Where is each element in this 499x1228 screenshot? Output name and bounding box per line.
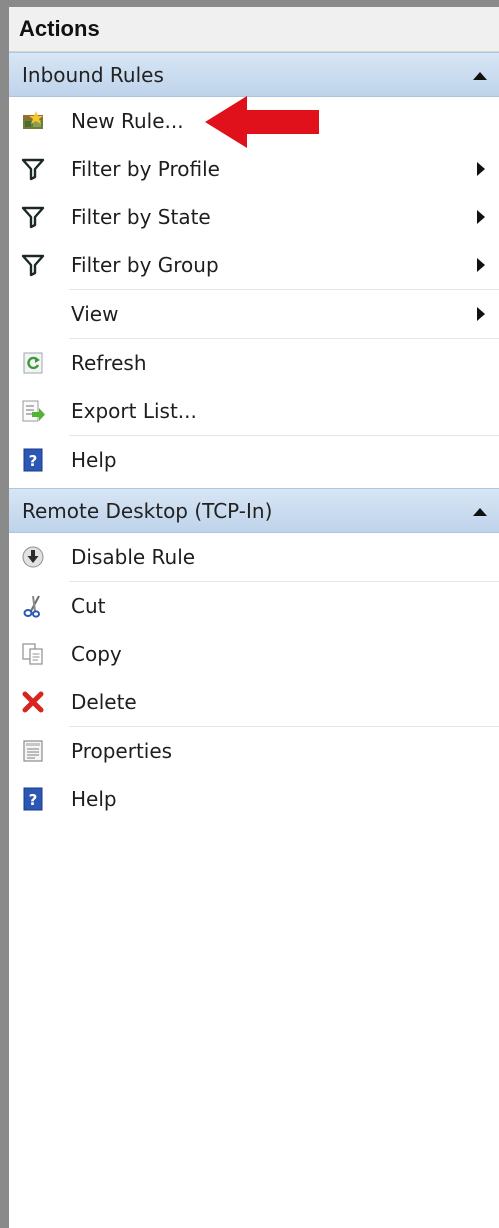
disable-rule-icon (21, 545, 45, 569)
filter-icon (21, 253, 45, 277)
menu-item-cut[interactable]: Cut (9, 582, 499, 630)
menu-item-label: View (71, 302, 119, 326)
submenu-arrow-icon (477, 162, 485, 176)
menu-item-label: Filter by State (71, 205, 211, 229)
section-header-label: Inbound Rules (22, 63, 164, 87)
delete-x-icon (21, 690, 45, 714)
menu-item-label: Delete (71, 690, 137, 714)
menu-item-label: Refresh (71, 351, 147, 375)
menu-item-export-list[interactable]: Export List... (9, 387, 499, 435)
help-icon: ? (21, 448, 45, 472)
menu-item-properties[interactable]: Properties (9, 727, 499, 775)
collapse-up-icon[interactable] (473, 508, 487, 516)
menu-item-label: New Rule... (71, 109, 184, 133)
copy-icon (21, 642, 45, 666)
submenu-arrow-icon (477, 307, 485, 321)
properties-icon (21, 739, 45, 763)
submenu-arrow-icon (477, 210, 485, 224)
menu-item-label: Help (71, 787, 117, 811)
svg-text:?: ? (29, 452, 38, 470)
menu-item-refresh[interactable]: Refresh (9, 339, 499, 387)
menu-item-label: Help (71, 448, 117, 472)
filter-icon (21, 205, 45, 229)
svg-text:?: ? (29, 791, 38, 809)
cut-scissors-icon (21, 594, 45, 618)
menu-item-label: Filter by Profile (71, 157, 220, 181)
menu-item-label: Disable Rule (71, 545, 196, 569)
pane-title: Actions (9, 7, 499, 52)
section-header-inbound-rules[interactable]: Inbound Rules (9, 52, 499, 97)
menu-item-filter-by-state[interactable]: Filter by State (9, 193, 499, 241)
menu-item-label: Properties (71, 739, 173, 763)
section-header-remote-desktop[interactable]: Remote Desktop (TCP-In) (9, 488, 499, 533)
menu-item-disable-rule[interactable]: Disable Rule (9, 533, 499, 581)
help-icon: ? (21, 787, 45, 811)
export-list-icon (21, 399, 45, 423)
filter-icon (21, 157, 45, 181)
menu-item-delete[interactable]: Delete (9, 678, 499, 726)
menu-item-view[interactable]: View (9, 290, 499, 338)
refresh-icon (21, 351, 45, 375)
menu-item-help[interactable]: ? Help (9, 436, 499, 484)
section-header-label: Remote Desktop (TCP-In) (22, 499, 273, 523)
new-rule-icon (21, 109, 45, 133)
collapse-up-icon[interactable] (473, 72, 487, 80)
menu-item-label: Export List... (71, 399, 197, 423)
menu-item-label: Filter by Group (71, 253, 219, 277)
menu-item-label: Copy (71, 642, 122, 666)
menu-item-filter-by-group[interactable]: Filter by Group (9, 241, 499, 289)
menu-item-filter-by-profile[interactable]: Filter by Profile (9, 145, 499, 193)
menu-item-label: Cut (71, 594, 106, 618)
menu-item-copy[interactable]: Copy (9, 630, 499, 678)
actions-pane: Actions Inbound Rules New Rule... Filter… (9, 7, 499, 1228)
annotation-arrow-icon (205, 96, 319, 148)
menu-item-help-2[interactable]: ? Help (9, 775, 499, 823)
submenu-arrow-icon (477, 258, 485, 272)
